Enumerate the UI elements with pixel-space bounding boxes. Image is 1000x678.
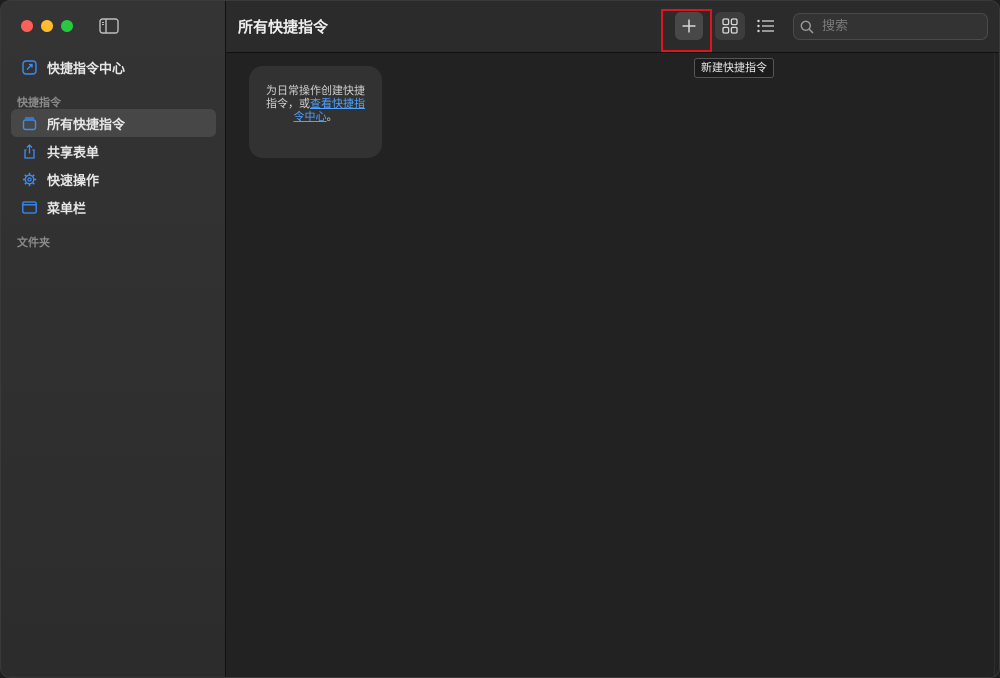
gallery-icon xyxy=(21,59,37,75)
sidebar-item-label: 快捷指令中心 xyxy=(47,61,126,77)
main-content: 为日常操作创建快捷指令，或查看快捷指令中心。 xyxy=(226,53,999,677)
shortcuts-window: 快捷指令中心 快捷指令 所有快捷指令 共享表单 快速操作 菜单栏 文件夹 所有快… xyxy=(0,0,1000,678)
search-input[interactable] xyxy=(820,18,984,35)
grid-view-button[interactable] xyxy=(715,12,745,40)
sidebar-item-quick-actions[interactable]: 快速操作 xyxy=(11,165,216,193)
sidebar-item-label: 所有快捷指令 xyxy=(47,117,126,133)
shortcuts-stack-icon xyxy=(21,115,37,131)
share-icon xyxy=(21,143,37,159)
sidebar-item-label: 菜单栏 xyxy=(47,201,87,217)
sidebar-item-all-shortcuts[interactable]: 所有快捷指令 xyxy=(11,109,216,137)
close-window-button[interactable] xyxy=(21,20,33,32)
minimize-window-button[interactable] xyxy=(41,20,53,32)
sidebar-section-shortcuts: 快捷指令 xyxy=(17,96,61,109)
list-view-button[interactable] xyxy=(752,12,780,40)
sidebar-item-label: 快速操作 xyxy=(47,173,100,189)
sidebar-section-folders: 文件夹 xyxy=(17,236,50,249)
sidebar-toggle-icon[interactable] xyxy=(99,18,119,34)
sidebar-item-share-sheet[interactable]: 共享表单 xyxy=(11,137,216,165)
empty-state-text-end: 。 xyxy=(326,110,338,123)
sidebar-item-gallery[interactable]: 快捷指令中心 xyxy=(11,53,216,81)
scrollbar-track xyxy=(994,53,995,677)
plus-icon xyxy=(682,19,696,33)
page-title: 所有快捷指令 xyxy=(238,18,329,36)
list-icon xyxy=(757,19,774,33)
toolbar: 所有快捷指令 xyxy=(226,1,999,53)
sidebar: 快捷指令中心 快捷指令 所有快捷指令 共享表单 快速操作 菜单栏 文件夹 xyxy=(1,1,226,677)
search-field[interactable] xyxy=(793,13,988,40)
sidebar-item-label: 共享表单 xyxy=(47,145,100,161)
new-shortcut-button[interactable] xyxy=(675,12,703,40)
search-icon xyxy=(800,19,816,35)
sidebar-item-menu-bar[interactable]: 菜单栏 xyxy=(11,193,216,221)
grid-icon xyxy=(722,18,738,34)
gear-icon xyxy=(21,171,37,187)
menubar-icon xyxy=(21,199,37,215)
empty-state-card: 为日常操作创建快捷指令，或查看快捷指令中心。 xyxy=(249,66,382,158)
zoom-window-button[interactable] xyxy=(61,20,73,32)
new-shortcut-tooltip: 新建快捷指令 xyxy=(694,58,774,78)
